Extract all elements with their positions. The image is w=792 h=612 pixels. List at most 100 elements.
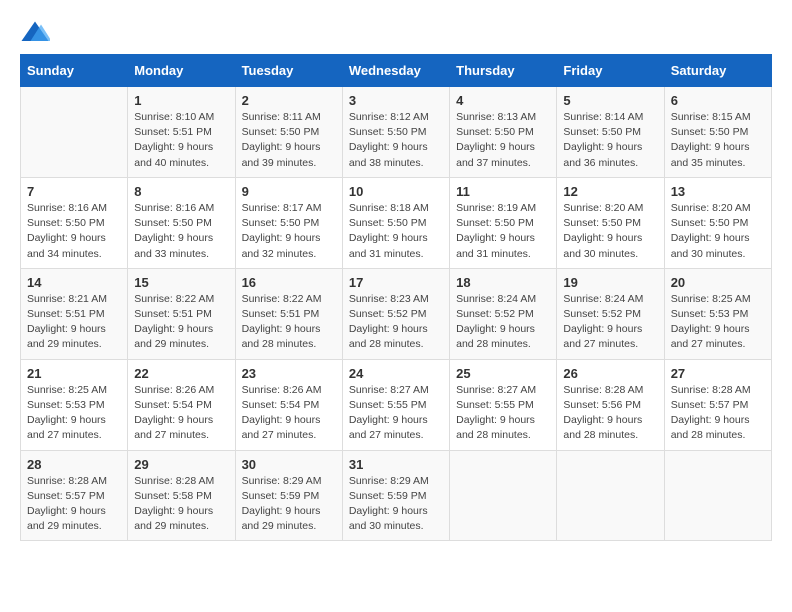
calendar-cell: 16Sunrise: 8:22 AMSunset: 5:51 PMDayligh…: [235, 268, 342, 359]
day-info: Sunrise: 8:28 AMSunset: 5:57 PMDaylight:…: [27, 474, 121, 535]
day-number: 22: [134, 366, 228, 381]
day-info: Sunrise: 8:28 AMSunset: 5:58 PMDaylight:…: [134, 474, 228, 535]
day-info: Sunrise: 8:27 AMSunset: 5:55 PMDaylight:…: [456, 383, 550, 444]
day-info: Sunrise: 8:24 AMSunset: 5:52 PMDaylight:…: [563, 292, 657, 353]
day-number: 24: [349, 366, 443, 381]
calendar-week-row: 28 Sunrise: 8:28 AMSunset: 5:57 PMDayligh…: [21, 450, 772, 541]
day-info: Sunrise: 8:21 AMSunset: 5:51 PMDaylight:…: [27, 292, 121, 353]
calendar-cell: 15 Sunrise: 8:22 AMSunset: 5:51 PMDayligh…: [128, 268, 235, 359]
calendar-cell: 14 Sunrise: 8:21 AMSunset: 5:51 PMDayligh…: [21, 268, 128, 359]
day-number: 10: [349, 184, 443, 199]
calendar-cell: 8 Sunrise: 8:16 AMSunset: 5:50 PMDaylight…: [128, 177, 235, 268]
day-info: Sunrise: 8:29 AMSunset: 5:59 PMDaylight:…: [242, 474, 336, 535]
calendar-cell: 20 Sunrise: 8:25 AMSunset: 5:53 PMDayligh…: [664, 268, 771, 359]
header-day-saturday: Saturday: [664, 55, 771, 87]
day-number: 9: [242, 184, 336, 199]
calendar-cell: 29Sunrise: 8:28 AMSunset: 5:58 PMDayligh…: [128, 450, 235, 541]
day-info: Sunrise: 8:26 AMSunset: 5:54 PMDaylight:…: [242, 383, 336, 444]
day-info: Sunrise: 8:24 AMSunset: 5:52 PMDaylight:…: [456, 292, 550, 353]
calendar-cell: 22 Sunrise: 8:26 AMSunset: 5:54 PMDayligh…: [128, 359, 235, 450]
calendar-cell: 1 Sunrise: 8:10 AMSunset: 5:51 PMDaylight…: [128, 87, 235, 178]
day-info: Sunrise: 8:26 AMSunset: 5:54 PMDaylight:…: [134, 383, 228, 444]
calendar-cell: 27Sunrise: 8:28 AMSunset: 5:57 PMDayligh…: [664, 359, 771, 450]
day-info: Sunrise: 8:17 AMSunset: 5:50 PMDaylight:…: [242, 201, 336, 262]
day-info: Sunrise: 8:22 AMSunset: 5:51 PMDaylight:…: [134, 292, 228, 353]
header-day-wednesday: Wednesday: [342, 55, 449, 87]
day-number: 16: [242, 275, 336, 290]
calendar-cell: 4 Sunrise: 8:13 AMSunset: 5:50 PMDaylight…: [450, 87, 557, 178]
calendar-week-row: 7Sunrise: 8:16 AMSunset: 5:50 PMDaylight…: [21, 177, 772, 268]
day-info: Sunrise: 8:29 AMSunset: 5:59 PMDaylight:…: [349, 474, 443, 535]
header-day-monday: Monday: [128, 55, 235, 87]
day-number: 4: [456, 93, 550, 108]
day-info: Sunrise: 8:16 AMSunset: 5:50 PMDaylight:…: [134, 201, 228, 262]
day-info: Sunrise: 8:13 AMSunset: 5:50 PMDaylight:…: [456, 110, 550, 171]
calendar-cell: 25 Sunrise: 8:27 AMSunset: 5:55 PMDayligh…: [450, 359, 557, 450]
day-number: 1: [134, 93, 228, 108]
day-number: 3: [349, 93, 443, 108]
calendar-week-row: 14 Sunrise: 8:21 AMSunset: 5:51 PMDayligh…: [21, 268, 772, 359]
day-info: Sunrise: 8:28 AMSunset: 5:56 PMDaylight:…: [563, 383, 657, 444]
day-number: 13: [671, 184, 765, 199]
calendar-cell: 21Sunrise: 8:25 AMSunset: 5:53 PMDayligh…: [21, 359, 128, 450]
calendar-cell: 18 Sunrise: 8:24 AMSunset: 5:52 PMDayligh…: [450, 268, 557, 359]
day-info: Sunrise: 8:14 AMSunset: 5:50 PMDaylight:…: [563, 110, 657, 171]
calendar-cell: 3 Sunrise: 8:12 AMSunset: 5:50 PMDaylight…: [342, 87, 449, 178]
calendar-cell: 11Sunrise: 8:19 AMSunset: 5:50 PMDayligh…: [450, 177, 557, 268]
calendar-cell: [450, 450, 557, 541]
calendar-cell: 13 Sunrise: 8:20 AMSunset: 5:50 PMDayligh…: [664, 177, 771, 268]
day-info: Sunrise: 8:12 AMSunset: 5:50 PMDaylight:…: [349, 110, 443, 171]
calendar-body: 1 Sunrise: 8:10 AMSunset: 5:51 PMDaylight…: [21, 87, 772, 541]
day-info: Sunrise: 8:20 AMSunset: 5:50 PMDaylight:…: [563, 201, 657, 262]
calendar-cell: 30Sunrise: 8:29 AMSunset: 5:59 PMDayligh…: [235, 450, 342, 541]
logo-icon: [20, 20, 50, 44]
day-number: 28: [27, 457, 121, 472]
calendar-cell: 5Sunrise: 8:14 AMSunset: 5:50 PMDaylight…: [557, 87, 664, 178]
calendar-cell: [557, 450, 664, 541]
header-day-friday: Friday: [557, 55, 664, 87]
day-number: 14: [27, 275, 121, 290]
calendar-cell: [664, 450, 771, 541]
calendar-cell: 31Sunrise: 8:29 AMSunset: 5:59 PMDayligh…: [342, 450, 449, 541]
calendar-cell: 23 Sunrise: 8:26 AMSunset: 5:54 PMDayligh…: [235, 359, 342, 450]
day-info: Sunrise: 8:25 AMSunset: 5:53 PMDaylight:…: [671, 292, 765, 353]
day-number: 12: [563, 184, 657, 199]
day-info: Sunrise: 8:16 AMSunset: 5:50 PMDaylight:…: [27, 201, 121, 262]
calendar-cell: [21, 87, 128, 178]
calendar-cell: 6 Sunrise: 8:15 AMSunset: 5:50 PMDaylight…: [664, 87, 771, 178]
day-number: 15: [134, 275, 228, 290]
day-number: 27: [671, 366, 765, 381]
day-number: 8: [134, 184, 228, 199]
header-day-tuesday: Tuesday: [235, 55, 342, 87]
header-row: SundayMondayTuesdayWednesdayThursdayFrid…: [21, 55, 772, 87]
day-number: 2: [242, 93, 336, 108]
day-info: Sunrise: 8:27 AMSunset: 5:55 PMDaylight:…: [349, 383, 443, 444]
logo: [20, 20, 56, 44]
calendar-cell: 9 Sunrise: 8:17 AMSunset: 5:50 PMDaylight…: [235, 177, 342, 268]
calendar-cell: 10Sunrise: 8:18 AMSunset: 5:50 PMDayligh…: [342, 177, 449, 268]
calendar-cell: 26 Sunrise: 8:28 AMSunset: 5:56 PMDayligh…: [557, 359, 664, 450]
header-day-sunday: Sunday: [21, 55, 128, 87]
day-number: 19: [563, 275, 657, 290]
day-number: 6: [671, 93, 765, 108]
page-header: [20, 20, 772, 44]
day-info: Sunrise: 8:15 AMSunset: 5:50 PMDaylight:…: [671, 110, 765, 171]
calendar-week-row: 1 Sunrise: 8:10 AMSunset: 5:51 PMDaylight…: [21, 87, 772, 178]
day-info: Sunrise: 8:23 AMSunset: 5:52 PMDaylight:…: [349, 292, 443, 353]
calendar-cell: 28 Sunrise: 8:28 AMSunset: 5:57 PMDayligh…: [21, 450, 128, 541]
day-number: 21: [27, 366, 121, 381]
day-info: Sunrise: 8:20 AMSunset: 5:50 PMDaylight:…: [671, 201, 765, 262]
day-info: Sunrise: 8:11 AMSunset: 5:50 PMDaylight:…: [242, 110, 336, 171]
calendar-header: SundayMondayTuesdayWednesdayThursdayFrid…: [21, 55, 772, 87]
calendar-table: SundayMondayTuesdayWednesdayThursdayFrid…: [20, 54, 772, 541]
header-day-thursday: Thursday: [450, 55, 557, 87]
day-number: 25: [456, 366, 550, 381]
calendar-week-row: 21Sunrise: 8:25 AMSunset: 5:53 PMDayligh…: [21, 359, 772, 450]
calendar-cell: 7Sunrise: 8:16 AMSunset: 5:50 PMDaylight…: [21, 177, 128, 268]
day-number: 18: [456, 275, 550, 290]
day-info: Sunrise: 8:19 AMSunset: 5:50 PMDaylight:…: [456, 201, 550, 262]
day-info: Sunrise: 8:10 AMSunset: 5:51 PMDaylight:…: [134, 110, 228, 171]
day-number: 26: [563, 366, 657, 381]
day-number: 23: [242, 366, 336, 381]
day-number: 20: [671, 275, 765, 290]
